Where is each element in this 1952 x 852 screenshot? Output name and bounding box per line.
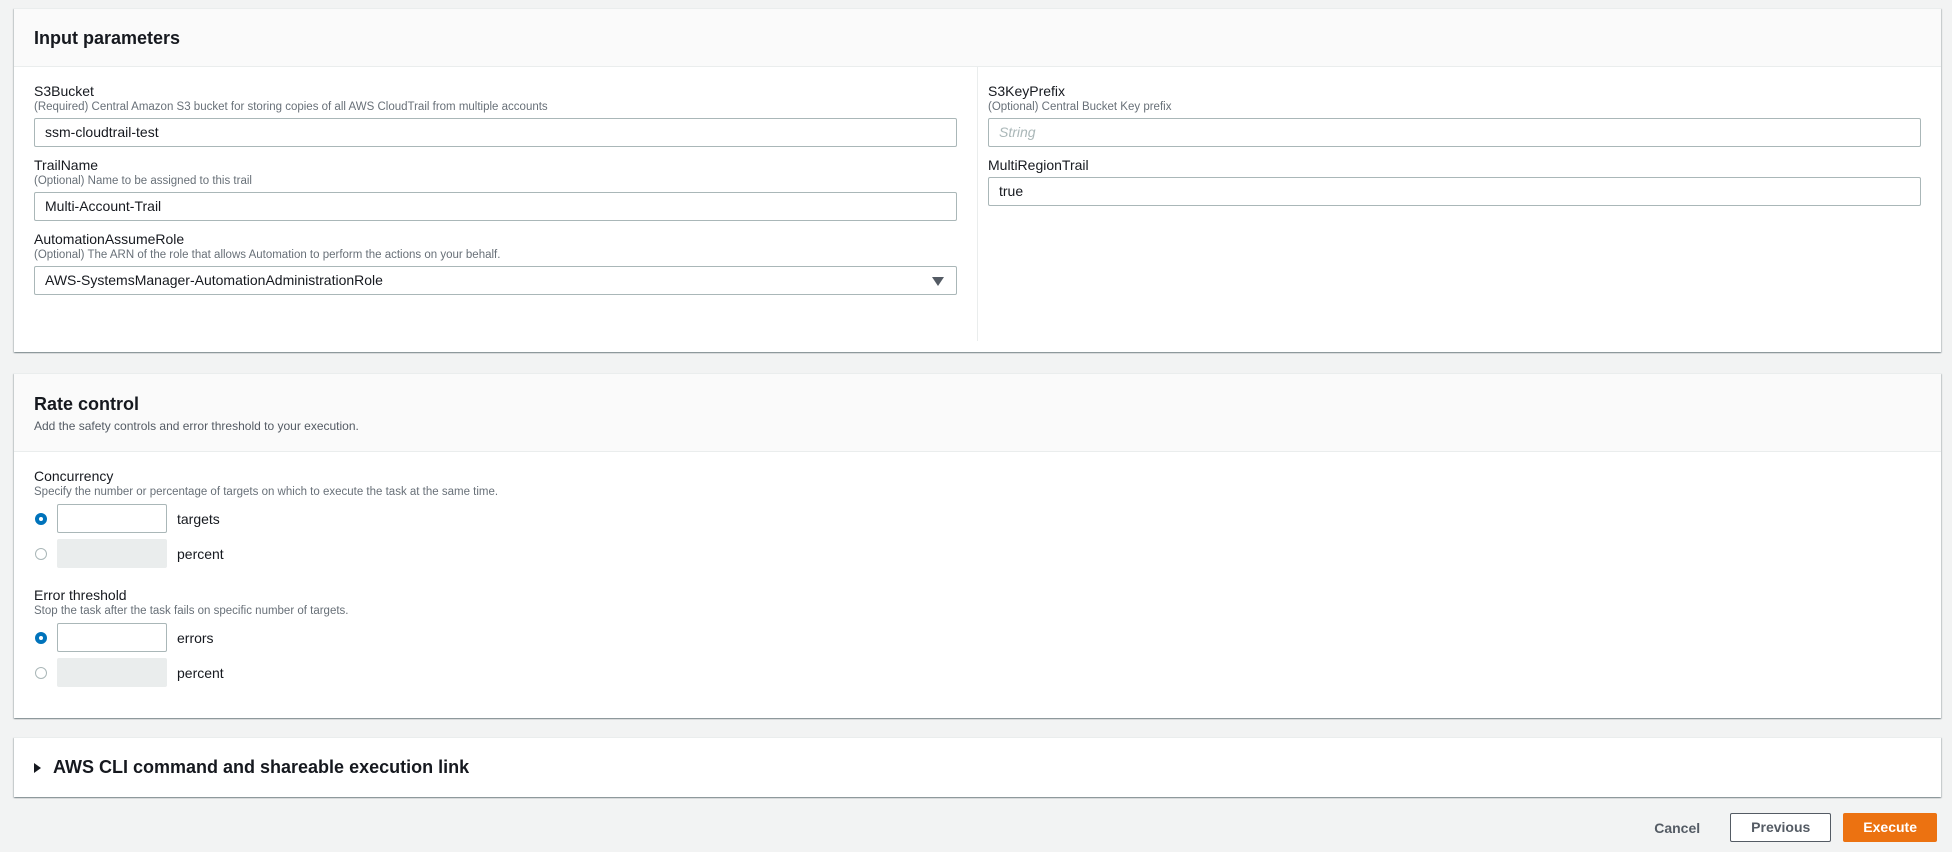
rate-control-header: Rate control Add the safety controls and… — [14, 374, 1941, 452]
concurrency-label: Concurrency — [34, 468, 114, 484]
cli-command-title: AWS CLI command and shareable execution … — [53, 757, 470, 777]
automation-assume-role-label: AutomationAssumeRole — [34, 231, 185, 247]
error-threshold-description: Stop the task after the task fails on sp… — [34, 605, 349, 617]
concurrency-targets-input[interactable] — [57, 504, 167, 533]
s3bucket-field: S3Bucket (Required) Central Amazon S3 bu… — [34, 83, 957, 147]
trailname-field: TrailName (Optional) Name to be assigned… — [34, 157, 957, 221]
s3bucket-label: S3Bucket — [34, 83, 94, 99]
concurrency-group: Concurrency Specify the number or percen… — [34, 468, 1921, 569]
concurrency-targets-option: targets — [34, 503, 1921, 534]
trailname-input[interactable]: Multi-Account-Trail — [34, 192, 957, 221]
previous-button[interactable]: Previous — [1730, 813, 1832, 842]
caret-right-icon — [34, 762, 41, 773]
error-threshold-percent-radio[interactable] — [35, 666, 47, 679]
concurrency-targets-unit: targets — [177, 510, 220, 527]
concurrency-description: Specify the number or percentage of targ… — [34, 486, 499, 498]
concurrency-targets-radio[interactable] — [35, 512, 47, 525]
rate-control-description: Add the safety controls and error thresh… — [34, 419, 359, 433]
input-parameters-right-column: S3KeyPrefix (Optional) Central Bucket Ke… — [978, 67, 1941, 341]
s3bucket-input[interactable]: ssm-cloudtrail-test — [34, 118, 957, 147]
caret-down-icon — [932, 277, 944, 286]
trailname-description: (Optional) Name to be assigned to this t… — [34, 175, 252, 187]
error-threshold-errors-input[interactable] — [57, 623, 167, 652]
automation-assume-role-select[interactable]: AWS-SystemsManager-AutomationAdministrat… — [34, 266, 957, 295]
s3keyprefix-label: S3KeyPrefix — [988, 83, 1066, 99]
s3bucket-description: (Required) Central Amazon S3 bucket for … — [34, 101, 548, 113]
rate-control-title: Rate control — [34, 394, 140, 414]
error-threshold-group: Error threshold Stop the task after the … — [34, 587, 1921, 688]
error-threshold-percent-input[interactable] — [57, 658, 167, 687]
multiregiontrail-label: MultiRegionTrail — [988, 157, 1089, 173]
automation-assume-role-field: AutomationAssumeRole (Optional) The ARN … — [34, 231, 957, 295]
cancel-button[interactable]: Cancel — [1634, 814, 1720, 842]
execute-button[interactable]: Execute — [1843, 813, 1937, 842]
automation-assume-role-value: AWS-SystemsManager-AutomationAdministrat… — [45, 272, 383, 288]
concurrency-percent-option: percent — [34, 538, 1921, 569]
error-threshold-errors-radio[interactable] — [35, 631, 47, 644]
rate-control-panel: Rate control Add the safety controls and… — [14, 373, 1941, 718]
error-threshold-errors-unit: errors — [177, 629, 214, 646]
input-parameters-header: Input parameters — [14, 9, 1941, 67]
concurrency-percent-radio[interactable] — [35, 547, 47, 560]
cli-command-panel: AWS CLI command and shareable execution … — [14, 737, 1941, 797]
automation-assume-role-description: (Optional) The ARN of the role that allo… — [34, 249, 501, 261]
s3keyprefix-description: (Optional) Central Bucket Key prefix — [988, 101, 1172, 113]
s3keyprefix-field: S3KeyPrefix (Optional) Central Bucket Ke… — [988, 83, 1921, 147]
error-threshold-percent-unit: percent — [177, 664, 224, 681]
error-threshold-label: Error threshold — [34, 587, 127, 603]
error-threshold-percent-option: percent — [34, 657, 1921, 688]
input-parameters-title: Input parameters — [34, 28, 181, 48]
concurrency-percent-unit: percent — [177, 545, 224, 562]
footer-actions: Cancel Previous Execute — [1634, 813, 1937, 842]
multiregiontrail-input[interactable]: true — [988, 177, 1921, 206]
input-parameters-panel: Input parameters S3Bucket (Required) Cen… — [14, 8, 1941, 352]
input-parameters-left-column: S3Bucket (Required) Central Amazon S3 bu… — [14, 67, 978, 341]
multiregiontrail-field: MultiRegionTrail true — [988, 157, 1921, 206]
concurrency-percent-input[interactable] — [57, 539, 167, 568]
error-threshold-errors-option: errors — [34, 622, 1921, 653]
cli-command-expander[interactable]: AWS CLI command and shareable execution … — [14, 738, 1941, 797]
s3keyprefix-input[interactable]: String — [988, 118, 1921, 147]
trailname-label: TrailName — [34, 157, 99, 173]
